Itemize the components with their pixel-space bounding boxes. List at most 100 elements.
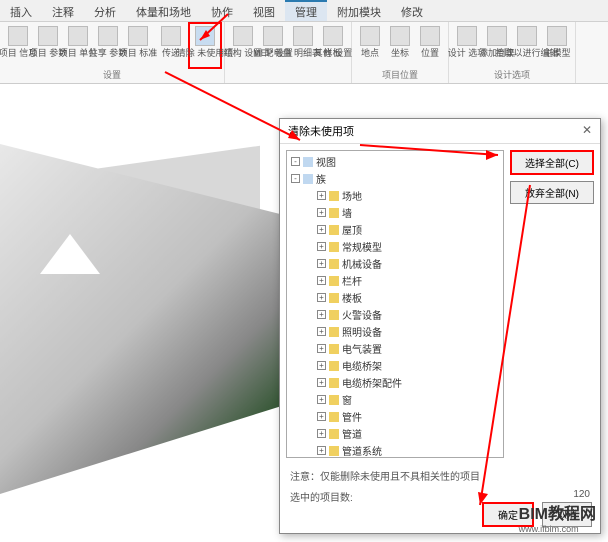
- folder-icon: [329, 293, 339, 303]
- expand-icon[interactable]: +: [317, 276, 326, 285]
- tree-node[interactable]: +常规模型: [289, 238, 501, 255]
- ribbon-button[interactable]: 项目 单位: [64, 24, 92, 67]
- expand-icon[interactable]: +: [317, 446, 326, 455]
- purge-unused-dialog: 清除未使用项 ✕ -视图-族+场地+墙+屋顶+常规模型+机械设备+栏杆+楼板+火…: [279, 118, 601, 534]
- discard-all-button[interactable]: 放弃全部(N): [510, 181, 594, 204]
- dialog-title: 清除未使用项: [288, 123, 354, 139]
- dialog-note: 注意：仅能删除未使用且不具相关性的项目: [280, 464, 600, 487]
- folder-icon: [329, 191, 339, 201]
- tree-node[interactable]: +机械设备: [289, 255, 501, 272]
- ribbon-icon: [8, 26, 28, 46]
- ribbon-button[interactable]: 项目 信息: [4, 24, 32, 67]
- ribbon-button[interactable]: 添加到集: [483, 24, 511, 67]
- ribbon-icon: [487, 26, 507, 46]
- ribbon: 项目 信息项目 参数项目 单位共享 参数项目 标准传递清除 未使用项设置结构 设…: [0, 22, 608, 84]
- ribbon-button[interactable]: 坐标: [386, 24, 414, 67]
- ribbon-icon: [98, 26, 118, 46]
- expand-icon[interactable]: +: [317, 361, 326, 370]
- folder-icon: [303, 174, 313, 184]
- folder-icon: [329, 395, 339, 405]
- folder-icon: [329, 276, 339, 286]
- folder-icon: [329, 446, 339, 456]
- expand-icon[interactable]: +: [317, 327, 326, 336]
- menu-item[interactable]: 管理: [285, 0, 327, 21]
- ribbon-icon: [128, 26, 148, 46]
- tree-node[interactable]: +照明设备: [289, 323, 501, 340]
- expand-icon[interactable]: -: [291, 174, 300, 183]
- ribbon-button[interactable]: 项目 参数: [34, 24, 62, 67]
- tree-view[interactable]: -视图-族+场地+墙+屋顶+常规模型+机械设备+栏杆+楼板+火警设备+照明设备+…: [286, 150, 504, 458]
- ribbon-icon: [161, 26, 181, 46]
- menu-item[interactable]: 插入: [0, 0, 42, 21]
- expand-icon[interactable]: +: [317, 310, 326, 319]
- tree-node[interactable]: -视图: [289, 153, 501, 170]
- folder-icon: [329, 412, 339, 422]
- ribbon-icon: [420, 26, 440, 46]
- tree-node[interactable]: +电气装置: [289, 340, 501, 357]
- ribbon-button[interactable]: 拾取以进行编辑: [513, 24, 541, 67]
- dialog-titlebar: 清除未使用项 ✕: [280, 119, 600, 144]
- ribbon-button[interactable]: 项目 标准: [124, 24, 152, 67]
- expand-icon[interactable]: +: [317, 412, 326, 421]
- tree-node[interactable]: +管道: [289, 425, 501, 442]
- ribbon-icon: [547, 26, 567, 46]
- ribbon-button[interactable]: 清除 未使用项: [188, 22, 222, 69]
- ribbon-icon: [195, 26, 215, 46]
- ribbon-icon: [293, 26, 313, 46]
- ribbon-icon: [263, 26, 283, 46]
- ribbon-icon: [517, 26, 537, 46]
- menu-item[interactable]: 注释: [42, 0, 84, 21]
- expand-icon[interactable]: +: [317, 259, 326, 268]
- expand-icon[interactable]: +: [317, 344, 326, 353]
- tree-node[interactable]: +场地: [289, 187, 501, 204]
- ribbon-button[interactable]: 其他 设置: [319, 24, 347, 80]
- tree-node[interactable]: +电缆桥架: [289, 357, 501, 374]
- ribbon-button[interactable]: 共享 参数: [94, 24, 122, 67]
- ribbon-button[interactable]: 设计 选项: [453, 24, 481, 67]
- ribbon-icon: [38, 26, 58, 46]
- ribbon-icon: [390, 26, 410, 46]
- watermark: BIM教程网 www.ifbim.com: [519, 500, 596, 534]
- folder-icon: [329, 429, 339, 439]
- expand-icon[interactable]: +: [317, 191, 326, 200]
- menu-item[interactable]: 修改: [391, 0, 433, 21]
- ribbon-icon: [323, 26, 343, 46]
- ribbon-button[interactable]: 传递: [154, 24, 188, 67]
- folder-icon: [329, 225, 339, 235]
- expand-icon[interactable]: +: [317, 429, 326, 438]
- expand-icon[interactable]: +: [317, 225, 326, 234]
- tree-node[interactable]: +电缆桥架配件: [289, 374, 501, 391]
- expand-icon[interactable]: +: [317, 395, 326, 404]
- ribbon-button[interactable]: 地点: [356, 24, 384, 67]
- ribbon-icon: [233, 26, 253, 46]
- ribbon-button[interactable]: 位置: [416, 24, 444, 67]
- tree-node[interactable]: +楼板: [289, 289, 501, 306]
- expand-icon[interactable]: +: [317, 242, 326, 251]
- folder-icon: [329, 242, 339, 252]
- expand-icon[interactable]: +: [317, 208, 326, 217]
- model-skylight: [40, 234, 100, 274]
- ribbon-icon: [68, 26, 88, 46]
- tree-node[interactable]: +管道系统: [289, 442, 501, 458]
- menu-item[interactable]: 分析: [84, 0, 126, 21]
- folder-icon: [329, 259, 339, 269]
- ribbon-button[interactable]: 主模型: [543, 24, 571, 67]
- tree-node[interactable]: +屋顶: [289, 221, 501, 238]
- tree-node[interactable]: +栏杆: [289, 272, 501, 289]
- menu-item[interactable]: 协作: [201, 0, 243, 21]
- expand-icon[interactable]: +: [317, 293, 326, 302]
- close-icon[interactable]: ✕: [582, 123, 592, 139]
- expand-icon[interactable]: -: [291, 157, 300, 166]
- tree-node[interactable]: +墙: [289, 204, 501, 221]
- menu-item[interactable]: 视图: [243, 0, 285, 21]
- ribbon-icon: [457, 26, 477, 46]
- folder-icon: [329, 344, 339, 354]
- tree-node[interactable]: +窗: [289, 391, 501, 408]
- menu-item[interactable]: 体量和场地: [126, 0, 201, 21]
- tree-node[interactable]: +火警设备: [289, 306, 501, 323]
- tree-node[interactable]: -族: [289, 170, 501, 187]
- select-all-button[interactable]: 选择全部(C): [510, 150, 594, 175]
- tree-node[interactable]: +管件: [289, 408, 501, 425]
- expand-icon[interactable]: +: [317, 378, 326, 387]
- menu-item[interactable]: 附加模块: [327, 0, 391, 21]
